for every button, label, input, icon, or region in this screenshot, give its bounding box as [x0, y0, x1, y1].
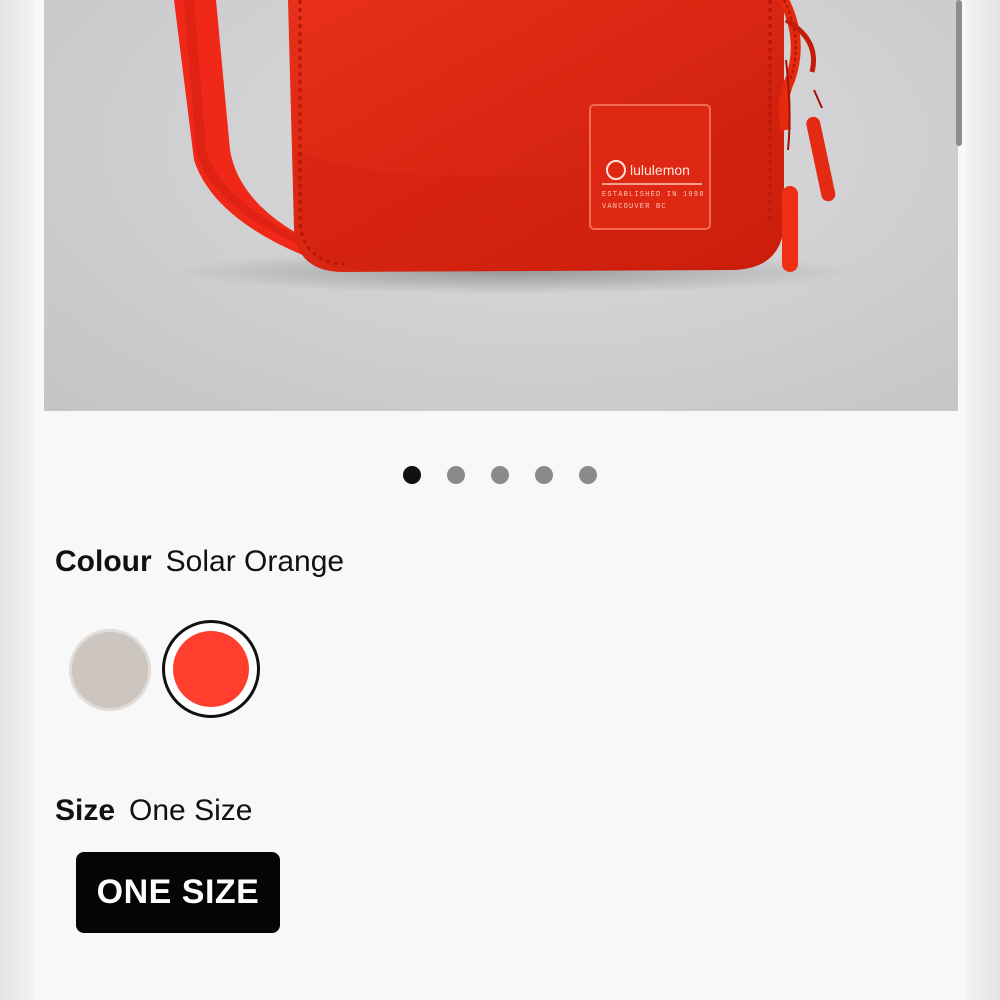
- selected-colour-name: Solar Orange: [165, 545, 345, 578]
- brand-tag-line1: ESTABLISHED IN 1998: [602, 191, 705, 199]
- selected-size-value: One Size: [129, 794, 253, 827]
- colour-selection: Colour Solar Orange: [55, 545, 344, 579]
- carousel-dot-2[interactable]: [447, 466, 465, 484]
- image-carousel-indicator: [0, 466, 1000, 484]
- size-selection: Size One Size: [55, 794, 252, 828]
- bag-illustration: lululemon ESTABLISHED IN 1998 VANCOUVER …: [174, 0, 854, 294]
- brand-tag-line2: VANCOUVER BC: [602, 203, 667, 211]
- colour-swatch-neutral[interactable]: [69, 629, 151, 711]
- size-label: Size: [55, 794, 116, 827]
- colour-swatch-solar-orange[interactable]: [162, 620, 260, 718]
- product-image[interactable]: lululemon ESTABLISHED IN 1998 VANCOUVER …: [44, 0, 958, 411]
- carousel-dot-4[interactable]: [535, 466, 553, 484]
- page-scrollbar[interactable]: [956, 0, 962, 146]
- colour-label: Colour: [55, 545, 152, 578]
- product-page-viewport: lululemon ESTABLISHED IN 1998 VANCOUVER …: [0, 0, 1000, 1000]
- brand-tag-label: lululemon: [630, 162, 690, 178]
- carousel-dot-1[interactable]: [403, 466, 421, 484]
- carousel-dot-3[interactable]: [491, 466, 509, 484]
- colour-swatch-fill: [173, 631, 249, 707]
- size-option-button[interactable]: ONE SIZE: [76, 852, 280, 933]
- carousel-dot-5[interactable]: [579, 466, 597, 484]
